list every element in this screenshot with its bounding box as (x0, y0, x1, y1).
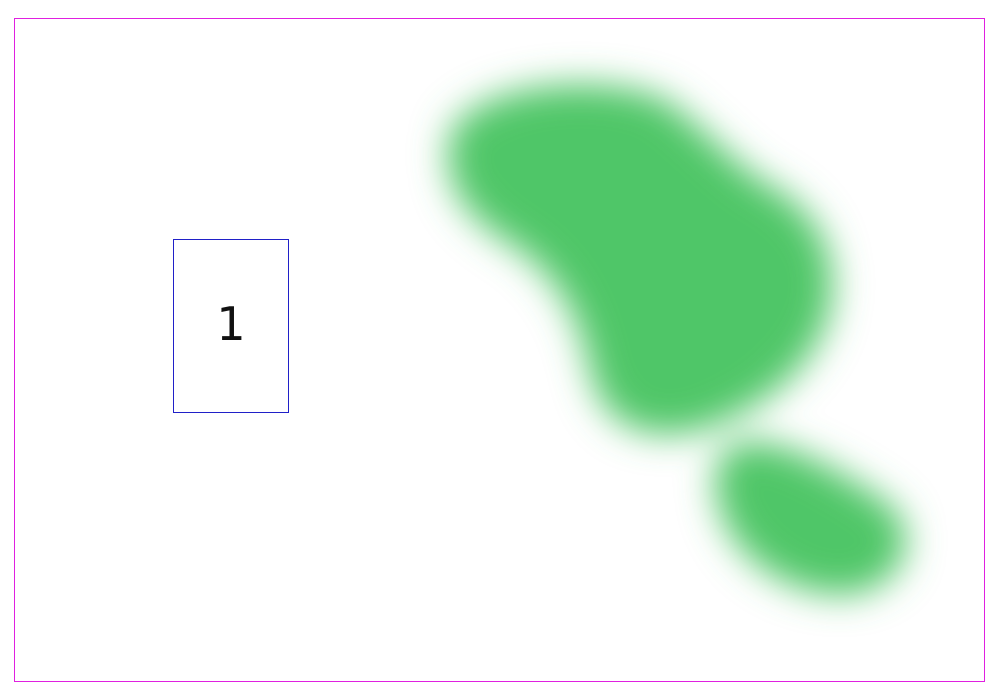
green-blob (448, 84, 907, 595)
marker-label: 1 (216, 297, 246, 351)
numbered-marker-box: 1 (173, 239, 289, 413)
green-blob-shape (448, 84, 907, 595)
